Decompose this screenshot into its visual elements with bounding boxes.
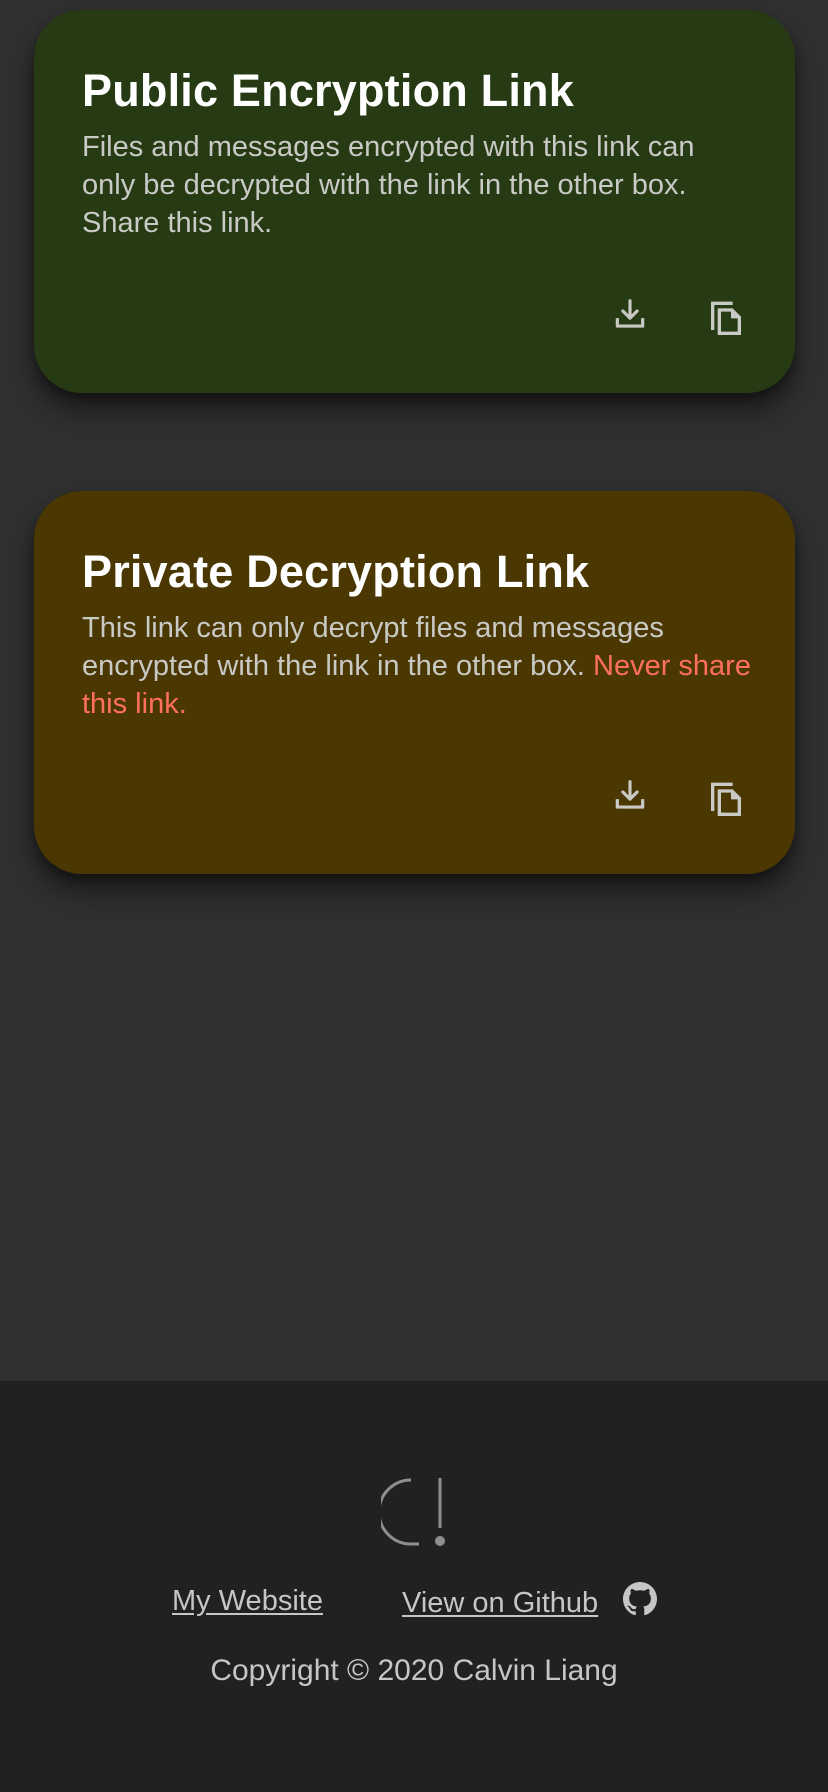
public-card-description: Files and messages encrypted with this l… bbox=[82, 131, 695, 239]
private-card-description: This link can only decrypt files and mes… bbox=[82, 609, 752, 723]
page: Public Encryption Link Files and message… bbox=[0, 0, 828, 1792]
download-icon bbox=[615, 299, 645, 328]
main-content: Public Encryption Link Files and message… bbox=[0, 0, 828, 1381]
my-website-link[interactable]: My Website bbox=[172, 1585, 323, 1618]
copyright-text: Copyright © 2020 Calvin Liang bbox=[210, 1654, 618, 1687]
private-card-description-text: This link can only decrypt files and mes… bbox=[82, 612, 664, 682]
copy-icon bbox=[711, 301, 741, 335]
github-link[interactable]: View on Github bbox=[402, 1587, 598, 1620]
private-decryption-card: Private Decryption Link This link can on… bbox=[34, 491, 795, 874]
c-exclamation-logo-icon bbox=[381, 1478, 445, 1546]
public-card-actions bbox=[609, 291, 747, 339]
footer: My Website View on Github Copyright © 20… bbox=[0, 1381, 828, 1792]
private-card-actions bbox=[609, 772, 747, 820]
public-download-button[interactable] bbox=[609, 291, 651, 339]
download-icon bbox=[615, 780, 645, 809]
copy-icon bbox=[711, 782, 741, 816]
private-download-button[interactable] bbox=[609, 772, 651, 820]
private-copy-button[interactable] bbox=[705, 772, 747, 820]
footer-links: My Website View on Github bbox=[0, 1582, 828, 1635]
public-encryption-card: Public Encryption Link Files and message… bbox=[34, 10, 795, 393]
public-copy-button[interactable] bbox=[705, 291, 747, 339]
public-card-title: Public Encryption Link bbox=[82, 65, 574, 116]
private-card-title: Private Decryption Link bbox=[82, 546, 590, 597]
github-icon[interactable] bbox=[623, 1582, 657, 1616]
